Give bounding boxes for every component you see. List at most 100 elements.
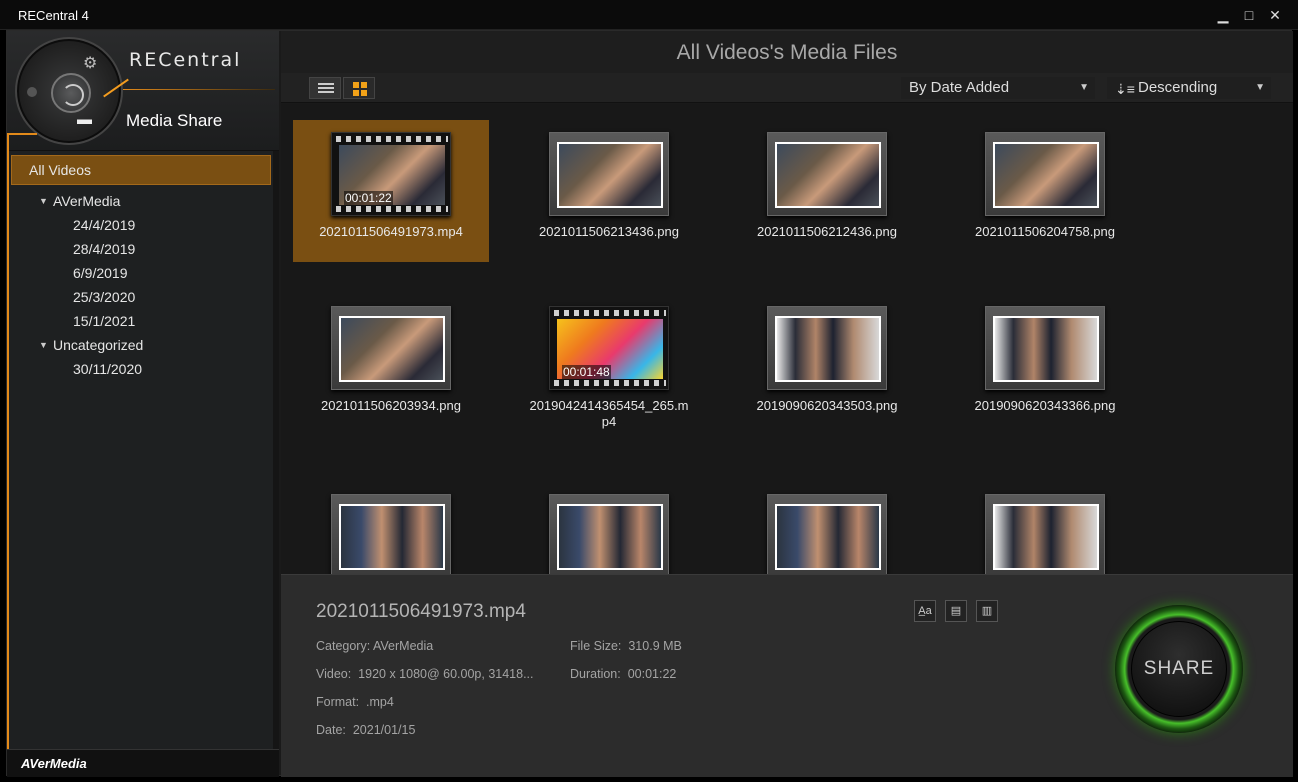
video-thumbnail: 00:01:48 <box>549 306 669 390</box>
tree-item-group[interactable]: ▼ Uncategorized <box>11 333 271 357</box>
video-row: Video: 1920 x 1080@ 60.00p, 31418... <box>316 667 534 681</box>
app-window: ⚙ ▬ RECentral Media Share All Videos ▼ AVe… <box>6 30 1293 777</box>
media-tile[interactable]: 2021011506203934.png <box>293 294 489 436</box>
thumbnail-image <box>339 504 445 570</box>
media-tile[interactable] <box>729 482 925 574</box>
media-tile[interactable]: 00:01:22 2021011506491973.mp4 <box>293 120 489 262</box>
film-strip-icon <box>336 206 448 212</box>
media-tile[interactable]: 00:01:48 2019042414365454_265.m p4 <box>511 294 707 436</box>
thumbnail-image <box>993 504 1099 570</box>
media-tile[interactable]: 2019090620343503.png <box>729 294 925 436</box>
recentral-dial-icon[interactable] <box>51 73 91 113</box>
filesize-value: 310.9 MB <box>628 639 682 653</box>
filesize-row: File Size: 310.9 MB <box>570 639 682 653</box>
gear-icon[interactable]: ⚙ <box>83 53 97 73</box>
category-label: Category: <box>316 639 371 653</box>
film-strip-icon <box>336 136 448 142</box>
title-bar: RECentral 4 ▁ □ ✕ <box>0 0 1298 30</box>
thumbnail-image <box>775 316 881 382</box>
file-name: 2019090620343503.png <box>756 398 898 413</box>
category-tree: All Videos ▼ AVerMedia 24/4/2019 28/4/2019 6/… <box>11 155 271 381</box>
tree-item-child[interactable]: 15/1/2021 <box>11 309 271 333</box>
image-thumbnail <box>985 306 1105 390</box>
sort-order-dropdown[interactable]: ⇣≡ Descending ▼ <box>1107 77 1271 99</box>
image-thumbnail <box>985 494 1105 574</box>
format-value: .mp4 <box>366 695 394 709</box>
sort-order-value: Descending <box>1138 79 1218 96</box>
thumbnail-image <box>775 504 881 570</box>
duration-value: 00:01:22 <box>627 667 677 681</box>
mode-title: Media Share <box>126 111 223 130</box>
sort-descending-icon: ⇣≡ <box>1115 81 1135 97</box>
accent-rail <box>7 133 9 751</box>
mode-dial[interactable]: ⚙ ▬ <box>15 37 123 145</box>
duration-row: Duration: 00:01:22 <box>570 667 676 681</box>
tree-item-child[interactable]: 6/9/2019 <box>11 261 271 285</box>
image-thumbnail <box>331 494 451 574</box>
brand-divider <box>123 89 275 90</box>
tree-item-label: 15/1/2021 <box>73 313 136 329</box>
tree-item-child[interactable]: 24/4/2019 <box>11 213 271 237</box>
chevron-down-icon: ▼ <box>1255 82 1265 93</box>
thumbnail-image <box>557 504 663 570</box>
date-row: Date: 2021/01/15 <box>316 723 415 737</box>
media-tile[interactable]: 2019090620343366.png <box>947 294 1143 436</box>
image-thumbnail <box>331 306 451 390</box>
duration-badge: 00:01:48 <box>562 365 611 379</box>
tree-item-child[interactable]: 30/11/2020 <box>11 357 271 381</box>
page-title: All Videos's Media Files <box>676 41 898 64</box>
accent-rail-top <box>7 133 37 135</box>
thumbnail-image <box>993 316 1099 382</box>
tree-item-label: AVerMedia <box>53 193 121 209</box>
chevron-down-icon: ▼ <box>1079 82 1089 93</box>
tree-item-label: 28/4/2019 <box>73 241 136 257</box>
folder-icon[interactable]: ▬ <box>77 111 92 128</box>
media-gallery[interactable]: 00:01:22 2021011506491973.mp4 202101150621… <box>281 104 1293 574</box>
expand-arrow-icon[interactable]: ▼ <box>39 333 48 357</box>
toolbar: By Date Added ▼ ⇣≡ Descending ▼ <box>281 73 1293 103</box>
logo-area: ⚙ ▬ RECentral Media Share <box>7 31 279 151</box>
filesize-label: File Size: <box>570 639 622 653</box>
thumbnail-image <box>993 142 1099 208</box>
video-thumbnail: 00:01:22 <box>331 132 451 216</box>
sidebar-footer: AVerMedia <box>7 749 279 777</box>
category-row: Category: AVerMedia <box>316 639 433 653</box>
expand-arrow-icon[interactable]: ▼ <box>39 189 48 213</box>
tree-item-label: 6/9/2019 <box>73 265 128 281</box>
maximize-button[interactable]: □ <box>1240 6 1258 24</box>
tree-item-group[interactable]: ▼ AVerMedia <box>11 189 271 213</box>
media-tile[interactable] <box>511 482 707 574</box>
tree-item-child[interactable]: 25/3/2020 <box>11 285 271 309</box>
media-tile[interactable]: 2021011506213436.png <box>511 120 707 262</box>
tree-item-label: All Videos <box>29 162 92 178</box>
image-thumbnail <box>767 306 887 390</box>
sort-by-dropdown[interactable]: By Date Added ▼ <box>901 77 1095 99</box>
share-label: SHARE <box>1143 658 1215 679</box>
trash-icon[interactable]: ▥ <box>976 600 998 622</box>
tree-item-root[interactable]: All Videos <box>11 155 271 185</box>
list-view-button[interactable] <box>309 77 341 99</box>
share-button[interactable]: SHARE <box>1115 605 1243 733</box>
image-thumbnail <box>767 132 887 216</box>
media-tile[interactable]: 2021011506204758.png <box>947 120 1143 262</box>
tree-item-child[interactable]: 28/4/2019 <box>11 237 271 261</box>
avermedia-logo: AVerMedia <box>21 756 87 771</box>
copy-icon[interactable]: ▤ <box>945 600 967 622</box>
close-button[interactable]: ✕ <box>1266 6 1284 24</box>
media-tile[interactable]: 2021011506212436.png <box>729 120 925 262</box>
main-panel: All Videos's Media Files By Date Added ▼… <box>281 31 1293 777</box>
media-tile[interactable] <box>947 482 1143 574</box>
file-name: 2021011506491973.mp4 <box>319 224 463 239</box>
rename-icon[interactable]: A̲a <box>914 600 936 622</box>
record-dot-icon[interactable] <box>27 87 37 97</box>
date-value: 2021/01/15 <box>352 723 416 737</box>
media-tile[interactable] <box>293 482 489 574</box>
date-label: Date: <box>316 723 346 737</box>
sidebar-scrollbar[interactable] <box>273 151 279 749</box>
file-name: 2021011506212436.png <box>756 224 898 239</box>
grid-icon <box>353 82 367 96</box>
format-row: Format: .mp4 <box>316 695 394 709</box>
film-strip-icon <box>554 310 666 316</box>
grid-view-button[interactable] <box>343 77 375 99</box>
minimize-button[interactable]: ▁ <box>1214 6 1232 24</box>
